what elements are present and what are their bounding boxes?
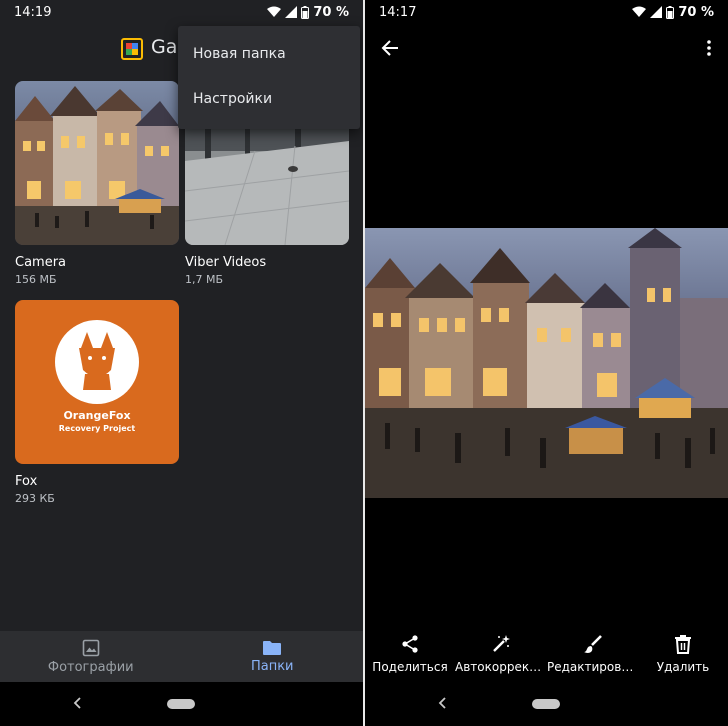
photo-actions-bar: Поделиться Автокоррекция Редактировать У… <box>365 634 728 682</box>
trash-icon <box>675 635 691 654</box>
logo-title: OrangeFox <box>63 409 131 422</box>
bottom-navigation: Фотографии Папки <box>0 631 363 682</box>
tab-folders[interactable]: Папки <box>182 631 364 682</box>
battery-level: 70 % <box>678 4 714 20</box>
menu-item-settings[interactable]: Настройки <box>178 77 360 122</box>
back-arrow-icon[interactable] <box>380 38 400 58</box>
photo-viewer-screen: 14:17 70 % Поделиться Автокоррекция Реда… <box>365 0 728 726</box>
gallery-folders-screen: 14:19 70 % Gal Camera 156 МБ Viber Video… <box>0 0 363 726</box>
folder-size: 156 МБ <box>15 273 57 286</box>
wifi-icon <box>632 6 647 17</box>
battery-icon <box>301 5 310 19</box>
system-home-pill[interactable] <box>532 699 560 709</box>
auto-enhance-button[interactable]: Автокоррекция <box>455 634 547 674</box>
action-label: Удалить <box>656 660 710 674</box>
folder-size: 293 КБ <box>15 492 55 505</box>
folder-name: Fox <box>15 474 38 489</box>
gallery-logo-icon <box>121 38 143 60</box>
folder-icon <box>263 640 282 655</box>
status-time: 14:19 <box>14 4 52 20</box>
folder-size: 1,7 МБ <box>185 273 224 286</box>
wifi-icon <box>267 6 282 17</box>
share-icon <box>402 635 418 653</box>
action-label: Поделиться <box>372 660 448 674</box>
system-navigation-bar <box>0 682 363 726</box>
photo-view[interactable] <box>365 228 728 498</box>
folder-thumbnail: OrangeFox Recovery Project <box>15 300 179 464</box>
folder-name: Viber Videos <box>185 255 267 270</box>
brush-icon <box>584 635 602 653</box>
menu-item-new-folder[interactable]: Новая папка <box>178 32 360 77</box>
village-painting-image <box>365 228 728 498</box>
share-button[interactable]: Поделиться <box>372 634 448 674</box>
signal-icon <box>650 6 663 18</box>
battery-icon <box>666 5 675 19</box>
orangefox-logo-image <box>55 320 139 404</box>
tab-photos[interactable]: Фотографии <box>0 631 182 682</box>
village-painting-image <box>15 81 179 245</box>
tab-label: Фотографии <box>47 659 134 675</box>
action-label: Редактировать <box>547 660 639 674</box>
overflow-menu: Новая папка Настройки <box>178 26 360 129</box>
status-time: 14:17 <box>379 4 417 20</box>
photo-icon <box>82 639 100 656</box>
folder-camera[interactable]: Camera 156 МБ <box>15 81 179 286</box>
tab-label: Папки <box>250 658 294 674</box>
battery-level: 70 % <box>313 4 349 20</box>
folder-name: Camera <box>15 255 67 270</box>
status-bar: 14:19 70 % <box>0 0 363 24</box>
magic-wand-icon <box>493 635 510 652</box>
status-bar: 14:17 70 % <box>365 0 728 24</box>
action-label: Автокоррекция <box>455 660 547 674</box>
more-vert-icon[interactable] <box>706 40 712 56</box>
folder-thumbnail <box>15 81 179 245</box>
folder-fox[interactable]: OrangeFox Recovery Project Fox 293 КБ <box>15 300 179 505</box>
system-back-icon[interactable] <box>73 696 83 710</box>
edit-button[interactable]: Редактировать <box>547 634 639 674</box>
delete-button[interactable]: Удалить <box>649 634 717 674</box>
system-back-icon[interactable] <box>438 696 448 710</box>
system-home-pill[interactable] <box>167 699 195 709</box>
system-navigation-bar <box>365 682 728 726</box>
logo-subtitle: Recovery Project <box>58 424 136 433</box>
signal-icon <box>285 6 298 18</box>
